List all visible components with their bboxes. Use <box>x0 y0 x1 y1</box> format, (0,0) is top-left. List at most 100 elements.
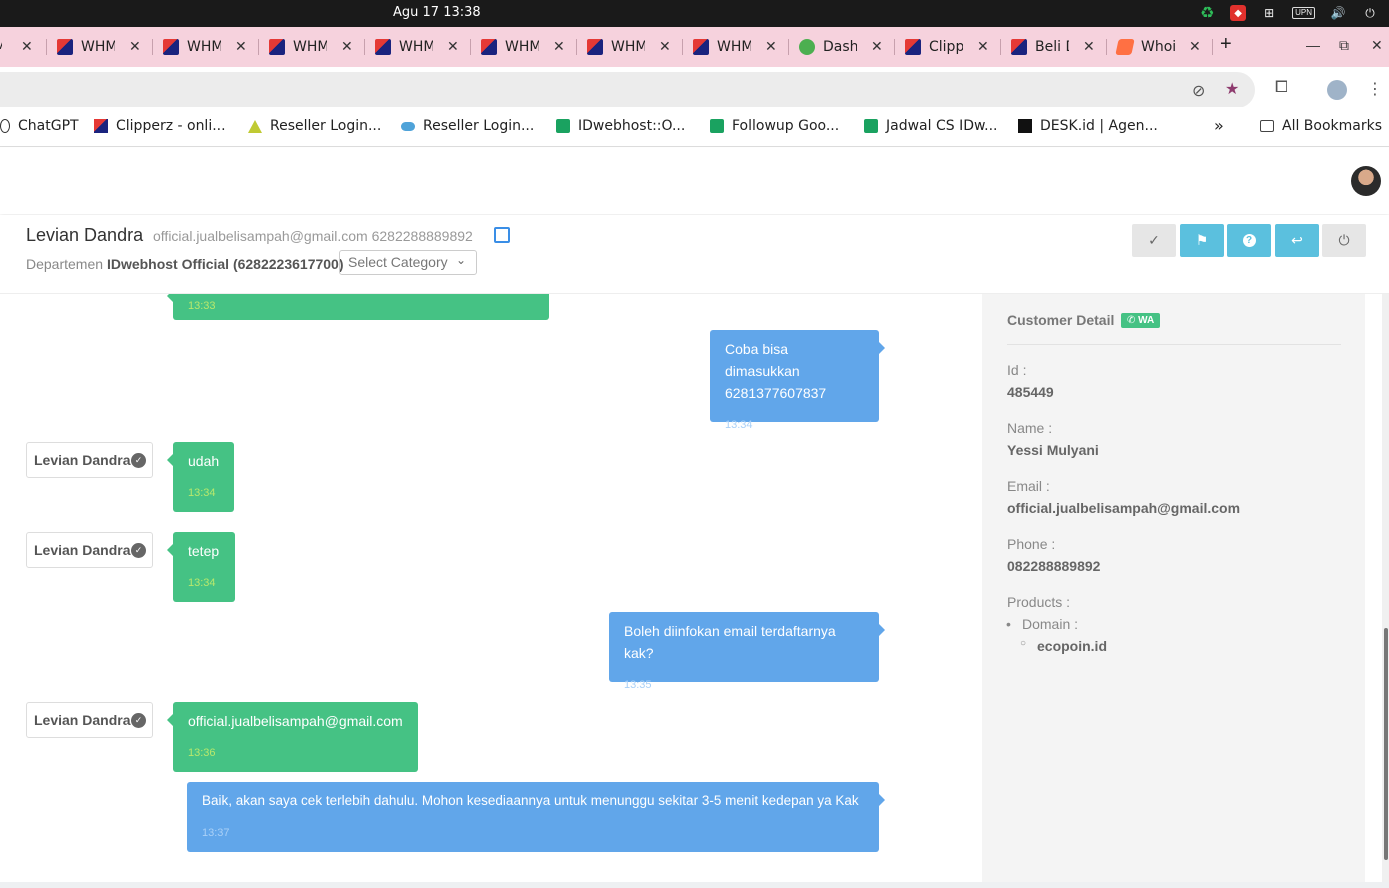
whm-favicon <box>163 39 179 55</box>
close-icon[interactable]: ✕ <box>765 39 777 55</box>
power-icon[interactable]: ⏻ <box>1361 4 1379 22</box>
browser-tab[interactable]: WHM ✕ <box>693 33 777 61</box>
customer-contact: official.jualbelisampah@gmail.com 628228… <box>153 228 473 244</box>
bookmark-item[interactable]: ChatGPT <box>0 118 79 134</box>
app-header <box>0 148 1389 214</box>
close-ticket-button[interactable]: ⏻ <box>1322 224 1366 257</box>
check-icon: ✓ <box>1148 232 1160 248</box>
extensions-icon[interactable]: ⧠ <box>1275 79 1288 97</box>
browser-tab[interactable]: WHM ✕ <box>163 33 247 61</box>
sheet-icon <box>556 119 570 133</box>
vpn-icon[interactable]: UPN <box>1292 7 1315 19</box>
tracking-off-icon[interactable]: ⊘ <box>1192 81 1205 101</box>
new-tab-icon[interactable]: + <box>1220 33 1232 56</box>
bookmark-item[interactable]: DESK.id | Agen... <box>1018 118 1158 134</box>
resolve-button[interactable]: ✓ <box>1132 224 1176 257</box>
chevron-down-icon: ⌄ <box>455 253 466 267</box>
close-icon[interactable]: ✕ <box>871 39 883 55</box>
sheet-icon <box>710 119 724 133</box>
bullet-circle: ○ <box>1020 638 1027 649</box>
volume-icon[interactable]: 🔊 <box>1329 4 1347 22</box>
whatsapp-favicon <box>799 39 815 55</box>
message-bubble: Baik, akan saya cek terlebih dahulu. Moh… <box>187 782 885 852</box>
edit-icon[interactable] <box>494 227 510 243</box>
bookmark-star-icon[interactable]: ★ <box>1225 79 1239 99</box>
close-icon[interactable]: ✕ <box>235 39 247 55</box>
close-icon[interactable]: ✕ <box>341 39 353 55</box>
restore-icon[interactable]: ⧉ <box>1339 37 1349 54</box>
close-icon[interactable]: ✕ <box>129 39 141 55</box>
close-icon[interactable]: ✕ <box>1083 39 1095 55</box>
help-button[interactable]: ? <box>1227 224 1271 257</box>
scrollbar-thumb[interactable] <box>1384 628 1388 860</box>
browser-tab[interactable]: WHM ✕ <box>587 33 671 61</box>
wa-badge: ✆ WA <box>1121 313 1161 328</box>
sender-label: Levian Dandra ✓ <box>26 702 153 738</box>
bookmark-item[interactable]: Reseller Login... <box>248 118 381 134</box>
close-icon[interactable]: ✕ <box>447 39 459 55</box>
browser-tab-strip: M✕ WHM✕ WHM✕ WHM✕ WHM✕ WHM✕ WHM✕ WHM✕ Da… <box>0 27 1389 67</box>
tab-partial[interactable]: M✕ <box>0 33 33 61</box>
all-bookmarks-button[interactable]: All Bookmarks <box>1260 118 1382 134</box>
close-icon[interactable]: ✕ <box>1189 39 1201 55</box>
browser-tab[interactable]: Beli D✕ <box>1011 33 1095 61</box>
message-bubble: official.jualbelisampah@gmail.com 13:36 <box>167 702 418 772</box>
question-icon: ? <box>1242 234 1256 247</box>
phone-label: Phone : <box>1007 536 1056 552</box>
profile-avatar-icon[interactable] <box>1327 80 1347 100</box>
browser-tab[interactable]: WHM ✕ <box>375 33 459 61</box>
bookmark-item[interactable]: Reseller Login... <box>401 118 534 134</box>
whm-favicon <box>1011 39 1027 55</box>
browser-tab[interactable]: WHM ✕ <box>269 33 353 61</box>
bookmark-item[interactable]: Jadwal CS IDw... <box>864 118 998 134</box>
chatgpt-icon <box>0 119 10 133</box>
reply-button[interactable]: ↩ <box>1275 224 1319 257</box>
whm-favicon <box>693 39 709 55</box>
bookmark-item[interactable]: Followup Goo... <box>710 118 839 134</box>
verified-icon: ✓ <box>131 713 146 728</box>
close-icon[interactable]: ✕ <box>659 39 671 55</box>
product-domain[interactable]: ecopoin.id <box>1037 638 1107 654</box>
network-icon[interactable]: ⊞ <box>1260 4 1278 22</box>
id-label: Id : <box>1007 362 1027 378</box>
bookmark-item[interactable]: Clipperz - onli... <box>94 118 226 134</box>
verified-icon: ✓ <box>131 453 146 468</box>
browser-tab[interactable]: Dash ✕ <box>799 33 883 61</box>
close-icon[interactable]: ✕ <box>977 39 989 55</box>
browser-tab[interactable]: Clipp ✕ <box>905 33 989 61</box>
whm-favicon <box>375 39 391 55</box>
window-close-icon[interactable]: ✕ <box>1371 37 1383 54</box>
user-avatar[interactable] <box>1351 166 1381 196</box>
whm-icon <box>94 119 108 133</box>
name-label: Name : <box>1007 420 1053 436</box>
browser-tab[interactable]: WHM ✕ <box>57 33 141 61</box>
close-icon[interactable]: ✕ <box>553 39 565 55</box>
os-clock[interactable]: Agu 17 13:38 <box>393 5 481 20</box>
category-select[interactable]: Select Category ⌄ <box>339 250 477 275</box>
sender-label: Levian Dandra ✓ <box>26 442 153 478</box>
close-icon[interactable]: ✕ <box>21 39 33 55</box>
reply-icon: ↩ <box>1291 232 1303 248</box>
recycle-icon[interactable]: ♻ <box>1198 4 1216 22</box>
bookmarks-overflow-button[interactable]: » <box>1214 116 1224 135</box>
anydesk-icon[interactable]: ◆ <box>1230 5 1247 21</box>
ticket-header: Levian Dandra official.jualbelisampah@gm… <box>0 215 1389 294</box>
browser-tab[interactable]: Whoi ✕ <box>1115 33 1201 61</box>
bookmark-item[interactable]: IDwebhost::O... <box>556 118 685 134</box>
id-value: 485449 <box>1007 384 1054 400</box>
verified-icon: ✓ <box>131 543 146 558</box>
whm-favicon <box>587 39 603 55</box>
menu-kebab-icon[interactable]: ⋮ <box>1367 79 1383 99</box>
whm-favicon <box>269 39 285 55</box>
url-input[interactable] <box>0 72 1255 108</box>
flag-button[interactable]: ⚑ <box>1180 224 1224 257</box>
folder-icon <box>1260 120 1274 132</box>
browser-tab[interactable]: WHM ✕ <box>481 33 565 61</box>
customer-detail-panel: Customer Detail ✆ WA Id : 485449 Name : … <box>982 294 1365 882</box>
os-top-bar: Agu 17 13:38 ♻ ◆ ⊞ UPN 🔊 ⏻ <box>0 0 1389 27</box>
sender-label: Levian Dandra ✓ <box>26 532 153 568</box>
whm-favicon <box>481 39 497 55</box>
bookmarks-bar: ChatGPT Clipperz - onli... Reseller Logi… <box>0 107 1389 147</box>
divider <box>1007 344 1341 345</box>
minimize-icon[interactable]: — <box>1306 37 1320 53</box>
